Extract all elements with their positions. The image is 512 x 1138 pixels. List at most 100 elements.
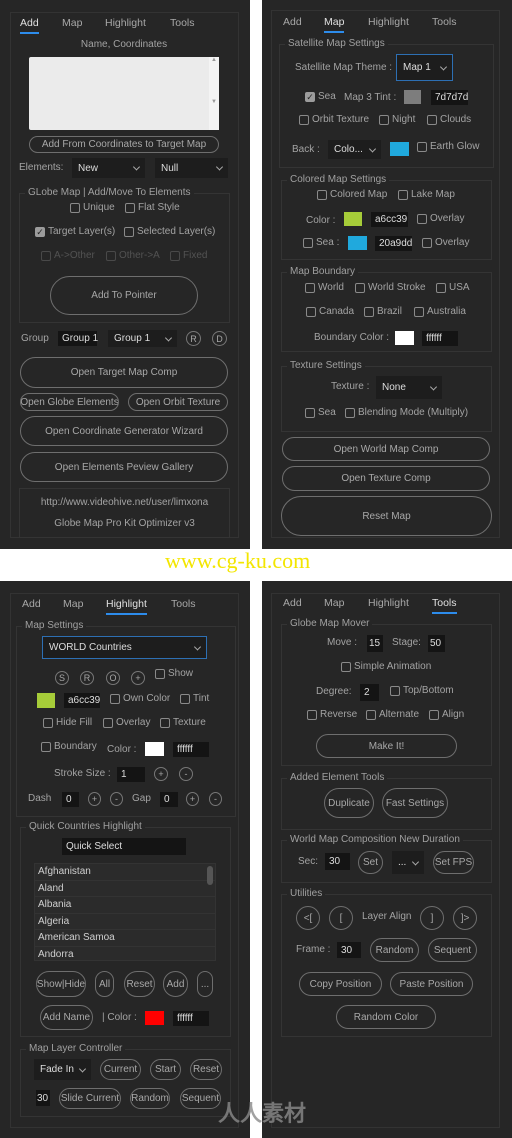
blending-mode-checkbox[interactable]: Blending Mode (Multiply) bbox=[345, 407, 468, 419]
start-button[interactable]: Start bbox=[150, 1059, 181, 1080]
map-color-swatch[interactable] bbox=[344, 212, 362, 226]
theme-select[interactable]: Map 1 bbox=[396, 54, 453, 81]
align-last-button[interactable]: ]> bbox=[453, 906, 477, 930]
elements-kind-select[interactable]: Null bbox=[155, 158, 228, 178]
copy-position-button[interactable]: Copy Position bbox=[299, 972, 382, 996]
selected-layers-checkbox[interactable]: Selected Layer(s) bbox=[124, 226, 215, 238]
animation-select[interactable]: Fade In bbox=[34, 1059, 91, 1080]
alternate-checkbox[interactable]: Alternate bbox=[366, 709, 419, 721]
random-button[interactable]: Random bbox=[370, 938, 419, 962]
show-hide-button[interactable]: Show|Hide bbox=[36, 971, 86, 997]
sequent-button[interactable]: Sequent bbox=[428, 938, 477, 962]
boundary-hex-input[interactable]: ffffff bbox=[422, 331, 458, 346]
o-button[interactable]: O bbox=[106, 671, 120, 685]
paste-position-button[interactable]: Paste Position bbox=[390, 972, 473, 996]
elements-type-select[interactable]: New bbox=[72, 158, 145, 178]
tint-swatch[interactable] bbox=[404, 90, 421, 104]
fixed-checkbox[interactable]: Fixed bbox=[170, 250, 207, 262]
tab-highlight[interactable]: Highlight bbox=[105, 17, 146, 30]
a-other-checkbox[interactable]: A->Other bbox=[41, 250, 95, 262]
lake-map-checkbox[interactable]: Lake Map bbox=[398, 189, 455, 201]
tab-highlight[interactable]: Highlight bbox=[106, 598, 147, 615]
boundary-checkbox[interactable]: Boundary bbox=[41, 741, 97, 753]
plus-button[interactable]: + bbox=[131, 671, 145, 685]
hide-fill-checkbox[interactable]: Hide Fill bbox=[43, 717, 92, 729]
canada-checkbox[interactable]: Canada bbox=[306, 306, 354, 318]
list-item[interactable]: Afghanistan bbox=[35, 864, 215, 881]
open-orbit-texture-button[interactable]: Open Orbit Texture bbox=[128, 393, 228, 411]
gap-decrease-button[interactable]: - bbox=[209, 792, 222, 806]
dash-input[interactable]: 0 bbox=[62, 792, 79, 807]
name-hex-input[interactable]: ffffff bbox=[173, 1011, 209, 1026]
move-input[interactable]: 15 bbox=[367, 635, 383, 652]
dash-increase-button[interactable]: + bbox=[88, 792, 101, 806]
align-right-button[interactable]: ] bbox=[420, 906, 444, 930]
s-button[interactable]: S bbox=[55, 671, 69, 685]
tab-map[interactable]: Map bbox=[324, 597, 344, 610]
random-button[interactable]: Random bbox=[130, 1088, 170, 1109]
show-checkbox[interactable]: Show bbox=[155, 668, 193, 680]
textarea-scrollbar[interactable]: ▲ ▼ bbox=[209, 57, 219, 130]
australia-checkbox[interactable]: Australia bbox=[414, 306, 466, 318]
list-item[interactable]: Albania bbox=[35, 897, 215, 914]
all-button[interactable]: All bbox=[95, 971, 114, 997]
dash-decrease-button[interactable]: - bbox=[110, 792, 123, 806]
set-button[interactable]: Set bbox=[358, 851, 383, 874]
tab-map[interactable]: Map bbox=[63, 598, 83, 611]
tab-highlight[interactable]: Highlight bbox=[368, 16, 409, 29]
night-checkbox[interactable]: Night bbox=[379, 114, 415, 126]
align-checkbox[interactable]: Align bbox=[429, 709, 464, 721]
flat-style-checkbox[interactable]: Flat Style bbox=[125, 202, 180, 214]
more-button[interactable]: ... bbox=[197, 971, 213, 997]
add-from-coordinates-button[interactable]: Add From Coordinates to Target Map bbox=[29, 136, 219, 153]
tab-tools[interactable]: Tools bbox=[171, 598, 196, 611]
texture-sea-checkbox[interactable]: Sea bbox=[305, 407, 336, 419]
sequent-button[interactable]: Sequent bbox=[180, 1088, 221, 1109]
slide-current-button[interactable]: Slide Current bbox=[59, 1088, 121, 1109]
open-elements-gallery-button[interactable]: Open Elements Peview Gallery bbox=[20, 452, 228, 482]
tint-hex-input[interactable]: 7d7d7d bbox=[431, 90, 468, 105]
set-fps-button[interactable]: Set FPS bbox=[433, 851, 474, 874]
align-left-button[interactable]: [ bbox=[329, 906, 353, 930]
own-color-checkbox[interactable]: Own Color bbox=[110, 693, 170, 705]
usa-checkbox[interactable]: USA bbox=[436, 282, 470, 294]
tab-tools[interactable]: Tools bbox=[432, 597, 457, 614]
list-item[interactable]: Andorra bbox=[35, 947, 215, 960]
boundary-hex-input[interactable]: ffffff bbox=[173, 742, 209, 757]
reset-map-button[interactable]: Reset Map bbox=[281, 496, 492, 536]
stroke-size-input[interactable]: 1 bbox=[117, 767, 145, 782]
open-texture-comp-button[interactable]: Open Texture Comp bbox=[282, 466, 490, 491]
tab-highlight[interactable]: Highlight bbox=[368, 597, 409, 610]
overlay-checkbox[interactable]: Overlay bbox=[103, 717, 150, 729]
tab-map[interactable]: Map bbox=[62, 17, 82, 30]
list-item[interactable]: Algeria bbox=[35, 914, 215, 931]
list-scrollbar[interactable] bbox=[207, 866, 213, 885]
open-globe-elements-button[interactable]: Open Globe Elements bbox=[20, 393, 119, 411]
align-first-button[interactable]: <[ bbox=[296, 906, 320, 930]
simple-animation-checkbox[interactable]: Simple Animation bbox=[341, 661, 431, 673]
duplicate-button[interactable]: Duplicate bbox=[324, 788, 374, 818]
tint-checkbox[interactable]: Tint bbox=[180, 693, 209, 705]
sea-color-swatch[interactable] bbox=[348, 236, 367, 250]
tab-add[interactable]: Add bbox=[283, 597, 302, 610]
list-item[interactable]: Aland bbox=[35, 881, 215, 898]
fps-select[interactable]: ... bbox=[392, 851, 424, 874]
stroke-increase-button[interactable]: + bbox=[154, 767, 168, 781]
tab-add[interactable]: Add bbox=[283, 16, 302, 29]
random-color-button[interactable]: Random Color bbox=[336, 1005, 436, 1029]
highlight-hex-input[interactable]: a6cc39 bbox=[64, 693, 100, 708]
add-to-pointer-button[interactable]: Add To Pointer bbox=[50, 276, 198, 315]
world-stroke-checkbox[interactable]: World Stroke bbox=[355, 282, 426, 294]
orbit-texture-checkbox[interactable]: Orbit Texture bbox=[299, 114, 369, 126]
map-select[interactable]: WORLD Countries bbox=[42, 636, 207, 659]
author-url-link[interactable]: http://www.videohive.net/user/limxona bbox=[19, 497, 230, 509]
make-it-button[interactable]: Make It! bbox=[316, 734, 457, 758]
frame-input[interactable]: 30 bbox=[337, 942, 361, 958]
tab-add[interactable]: Add bbox=[20, 17, 39, 34]
list-item[interactable]: American Samoa bbox=[35, 930, 215, 947]
sea-checkbox[interactable]: ✓ Sea bbox=[305, 91, 336, 103]
sea-overlay-checkbox[interactable]: Overlay bbox=[422, 237, 469, 249]
fast-settings-button[interactable]: Fast Settings bbox=[382, 788, 448, 818]
texture-checkbox[interactable]: Texture bbox=[160, 717, 206, 729]
d-button[interactable]: D bbox=[212, 331, 227, 346]
